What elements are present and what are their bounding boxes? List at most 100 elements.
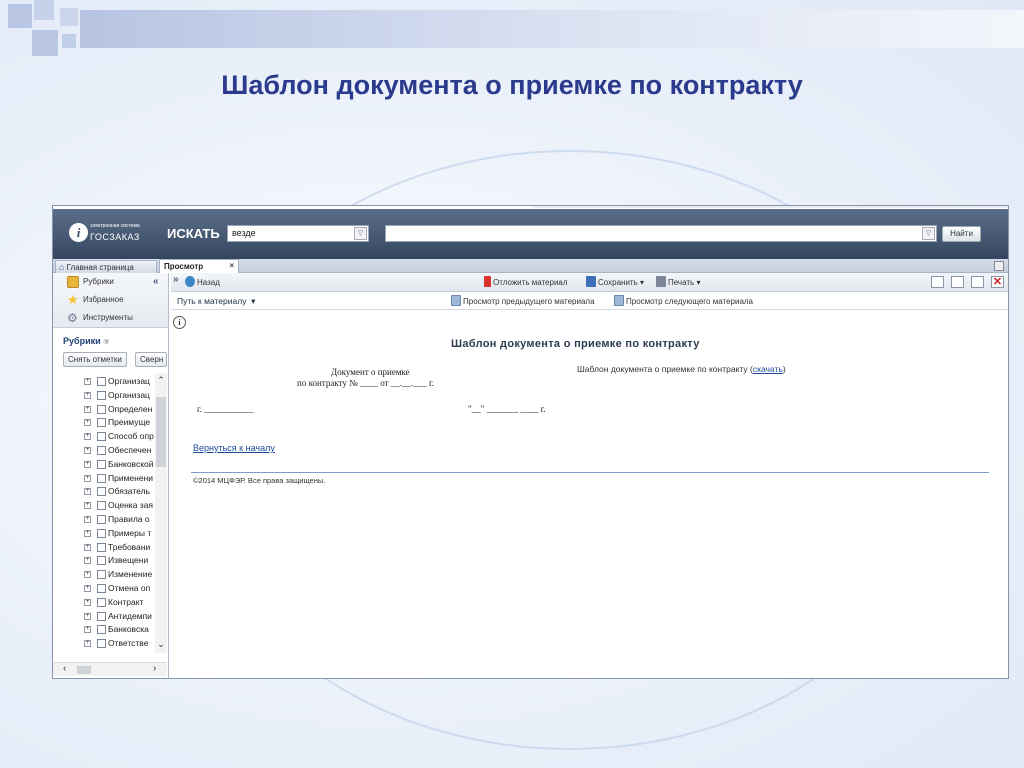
tree-checkbox[interactable]	[97, 570, 106, 580]
info-icon[interactable]: i	[173, 316, 186, 329]
prev-material-button[interactable]: Просмотр предыдущего материала	[451, 295, 595, 306]
back-to-top-link[interactable]: Вернуться к началу	[193, 443, 275, 453]
tree-checkbox[interactable]	[97, 611, 106, 621]
close-icon[interactable]: ✕	[991, 276, 1004, 288]
print-button[interactable]: Печать ▾	[656, 276, 700, 287]
save-button[interactable]: Сохранить ▾	[586, 276, 644, 287]
scroll-up-icon[interactable]: ⌃	[155, 375, 167, 386]
scroll-down-icon[interactable]: ⌄	[155, 639, 167, 650]
tree-item[interactable]: + Банковской	[53, 458, 155, 472]
find-button[interactable]: Найти	[942, 226, 981, 242]
collapse-left-icon[interactable]: «	[153, 273, 159, 291]
expand-plus-icon[interactable]: +	[84, 488, 91, 496]
path-dropdown[interactable]: Путь к материалу ▾	[177, 296, 255, 307]
expand-plus-icon[interactable]: +	[84, 529, 91, 537]
tree-item[interactable]: + Требовани	[53, 541, 155, 555]
expand-plus-icon[interactable]: +	[84, 378, 91, 385]
expand-plus-icon[interactable]: +	[84, 460, 91, 468]
collapse-button[interactable]: Сверн	[135, 352, 167, 367]
tree-checkbox[interactable]	[97, 404, 106, 414]
sidebar-hscrollbar[interactable]: ‹ ›	[53, 662, 167, 676]
expand-plus-icon[interactable]: +	[84, 405, 91, 413]
tree-checkbox[interactable]	[97, 473, 106, 483]
tree-item[interactable]: + Извещени	[53, 554, 155, 568]
tree-item[interactable]: + Правила о	[53, 513, 155, 527]
expand-right-icon[interactable]: »	[173, 274, 179, 285]
tree-item[interactable]: + Организац	[53, 389, 155, 403]
expand-plus-icon[interactable]: +	[84, 640, 91, 648]
tab-menu-icon[interactable]	[994, 261, 1004, 271]
tree-checkbox[interactable]	[97, 377, 106, 386]
tree-checkbox[interactable]	[97, 445, 106, 455]
sidebar-item-rubrics[interactable]: Рубрики «	[53, 273, 168, 291]
sidebar-item-tools[interactable]: ⚙ Инструменты	[53, 309, 168, 327]
tree-item[interactable]: + Обеспечен	[53, 444, 155, 458]
sidebar-scrollbar[interactable]: ⌃ ⌄	[155, 373, 167, 653]
tree-checkbox[interactable]	[97, 542, 106, 552]
expand-plus-icon[interactable]: +	[84, 446, 91, 454]
scroll-right-icon[interactable]: ›	[153, 663, 156, 674]
download-link[interactable]: скачать	[753, 364, 783, 374]
next-material-button[interactable]: Просмотр следующего материала	[614, 295, 753, 306]
tree-item-label: Отмена оп	[108, 582, 151, 593]
expand-plus-icon[interactable]: +	[84, 626, 91, 634]
tree-checkbox[interactable]	[97, 501, 106, 511]
scroll-left-icon[interactable]: ‹	[63, 663, 66, 674]
search-input[interactable]: ▽	[385, 225, 937, 242]
export-icon[interactable]	[931, 276, 944, 288]
tree-checkbox[interactable]	[97, 597, 106, 607]
expand-plus-icon[interactable]: +	[84, 584, 91, 592]
uncheck-button[interactable]: Снять отметки	[63, 352, 127, 367]
search-scope-select[interactable]: везде ▽	[227, 225, 369, 242]
sidebar-item-favorites[interactable]: ★ Избранное	[53, 291, 168, 309]
expand-plus-icon[interactable]: +	[84, 433, 91, 441]
expand-plus-icon[interactable]: +	[84, 419, 91, 427]
tree-checkbox[interactable]	[97, 418, 106, 428]
tree-checkbox[interactable]	[97, 487, 106, 497]
back-button[interactable]: Назад	[185, 276, 220, 287]
expand-plus-icon[interactable]: +	[84, 612, 91, 620]
tree-checkbox[interactable]	[97, 514, 106, 524]
tree-item[interactable]: + Отмена оп	[53, 582, 155, 596]
tab-home[interactable]: ⌂ Главная страница	[55, 260, 157, 273]
expand-plus-icon[interactable]: +	[84, 515, 91, 523]
tree-checkbox[interactable]	[97, 639, 106, 649]
tree-checkbox[interactable]	[97, 528, 106, 538]
scroll-thumb[interactable]	[156, 397, 166, 467]
tree-checkbox[interactable]	[97, 583, 106, 593]
tree-item[interactable]: + Обязатель	[53, 485, 155, 499]
tree-item[interactable]: + Способ опр	[53, 430, 155, 444]
close-icon[interactable]: ×	[229, 261, 234, 270]
tree-checkbox[interactable]	[97, 459, 106, 469]
chevron-down-icon[interactable]: ▽	[354, 227, 367, 240]
tree-item[interactable]: + Преимуще	[53, 416, 155, 430]
tab-view[interactable]: Просмотр ×	[159, 259, 239, 273]
tree-checkbox[interactable]	[97, 432, 106, 442]
tree-item[interactable]: + Антидемпи	[53, 610, 155, 624]
expand-plus-icon[interactable]: +	[84, 557, 91, 565]
postpone-button[interactable]: Отложить материал	[484, 276, 568, 287]
tree-checkbox[interactable]	[97, 625, 106, 635]
help-icon[interactable]: ⑨	[103, 339, 109, 346]
window-icon[interactable]	[971, 276, 984, 288]
tree-item[interactable]: + Определен	[53, 403, 155, 417]
tree-item[interactable]: + Контракт	[53, 596, 155, 610]
tree-item[interactable]: + Изменение	[53, 568, 155, 582]
tree-item[interactable]: + Банковска	[53, 623, 155, 637]
hscroll-thumb[interactable]	[77, 666, 91, 674]
expand-plus-icon[interactable]: +	[84, 474, 91, 482]
expand-plus-icon[interactable]: +	[84, 543, 91, 551]
expand-plus-icon[interactable]: +	[84, 502, 91, 510]
expand-plus-icon[interactable]: +	[84, 571, 91, 579]
tree-item[interactable]: + Оценка зая	[53, 499, 155, 513]
chevron-down-icon[interactable]: ▽	[922, 227, 935, 240]
tree-item[interactable]: + Организац	[53, 375, 155, 389]
tree-item[interactable]: + Ответстве	[53, 637, 155, 651]
copy-icon[interactable]	[951, 276, 964, 288]
tree-item[interactable]: + Примеры т	[53, 527, 155, 541]
tree-checkbox[interactable]	[97, 556, 106, 566]
expand-plus-icon[interactable]: +	[84, 598, 91, 606]
expand-plus-icon[interactable]: +	[84, 391, 91, 399]
tree-item[interactable]: + Применени	[53, 472, 155, 486]
tree-checkbox[interactable]	[97, 390, 106, 400]
